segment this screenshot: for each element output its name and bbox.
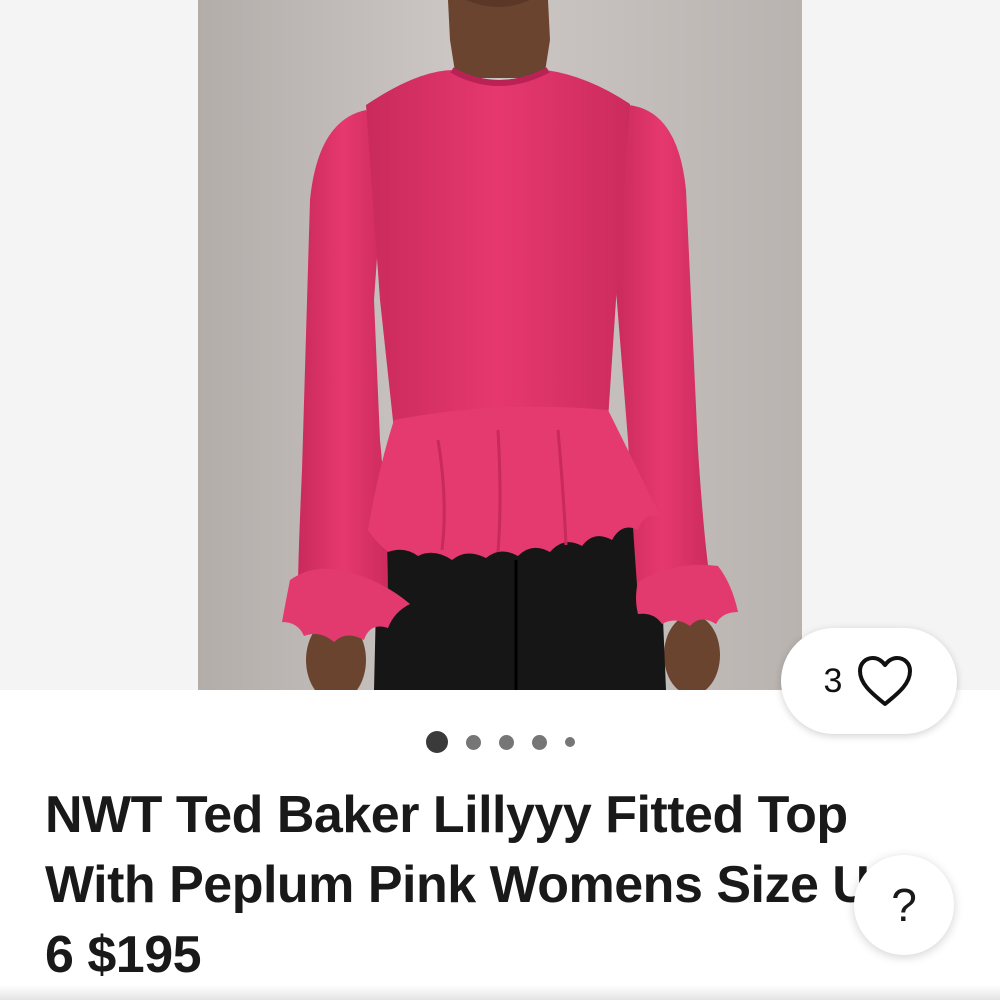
bottom-edge-shadow <box>0 985 1000 1000</box>
heart-outline-icon <box>856 654 914 708</box>
listing-title: NWT Ted Baker Lillyyy Fitted Top With Pe… <box>45 786 904 984</box>
listing-page: 3 NWT Ted Baker Lillyyy Fitted Top With … <box>0 0 1000 1000</box>
pagination-dot-2[interactable] <box>465 734 481 750</box>
pagination-dot-5[interactable] <box>564 737 575 747</box>
pagination-dot-3[interactable] <box>498 734 514 750</box>
product-photo-illustration <box>198 0 802 690</box>
pagination-dot-1[interactable] <box>425 731 448 753</box>
help-button[interactable]: ? <box>854 855 954 955</box>
image-pagination-dots <box>0 730 1000 754</box>
like-count: 3 <box>823 661 843 700</box>
watch-button[interactable]: 3 <box>781 628 957 734</box>
image-gallery[interactable]: 3 <box>0 0 1000 734</box>
pagination-dot-4[interactable] <box>531 734 547 750</box>
product-image[interactable] <box>198 0 802 690</box>
question-mark-icon: ? <box>891 879 917 931</box>
